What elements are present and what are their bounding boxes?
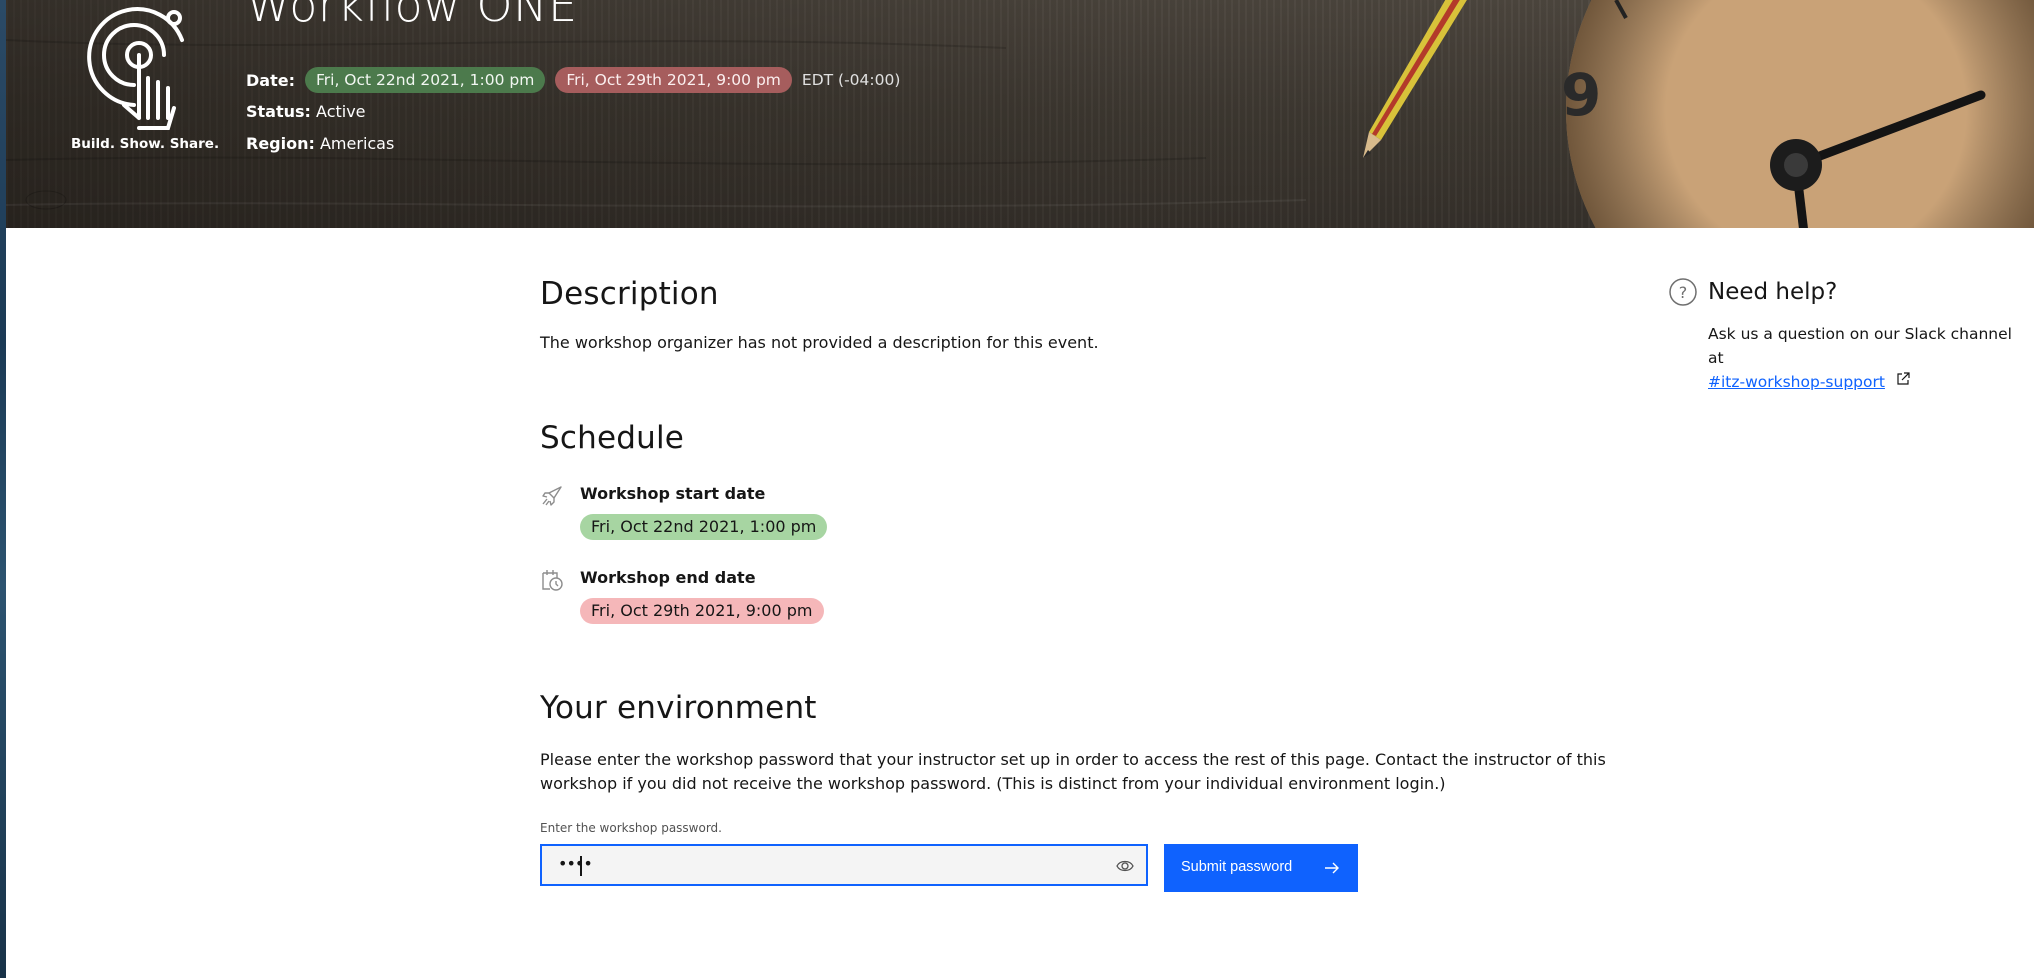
page-title: Workflow ONE [246,0,578,32]
schedule-heading: Schedule [540,420,685,456]
help-text: Ask us a question on our Slack channel a… [1708,325,2012,367]
date-label: Date: [246,70,295,90]
pencil-image [1363,0,1467,158]
help-text-block: Ask us a question on our Slack channel a… [1708,322,2028,394]
end-date-badge: Fri, Oct 29th 2021, 9:00 pm [555,67,792,93]
region-label: Region: [246,134,315,153]
status-row: Status: Active [246,102,366,121]
status-value: Active [316,102,366,121]
password-input[interactable]: •••• [540,844,1148,886]
submit-password-label: Submit password [1181,859,1293,875]
password-value: •••• [558,854,593,873]
submit-password-button[interactable]: Submit password [1164,844,1358,892]
clock-image: 9 [1561,0,2034,228]
start-date-label: Workshop start date [580,484,766,503]
status-label: Status: [246,102,311,121]
show-password-eye-icon[interactable] [1116,857,1134,875]
start-date-badge: Fri, Oct 22nd 2021, 1:00 pm [304,67,546,93]
slack-channel-link[interactable]: #itz-workshop-support [1708,373,1885,391]
password-label: Enter the workshop password. [540,821,722,835]
region-row: Region: Americas [246,134,394,153]
end-date-label: Workshop end date [580,568,756,587]
logo-tagline: Build. Show. Share. [71,136,220,152]
rocket-icon [542,486,562,506]
svg-text:?: ? [1679,283,1688,302]
environment-text: Please enter the workshop password that … [540,750,1606,793]
description-text: The workshop organizer has not provided … [540,333,1099,352]
end-date-pill: Fri, Oct 29th 2021, 9:00 pm [580,598,824,624]
calendar-clock-icon [542,570,563,591]
header-banner: 9 Build. Show. Share. Workflow ONE Date:… [6,0,2034,228]
external-link-icon [1897,372,1910,385]
description-heading: Description [540,276,719,312]
region-value: Americas [319,134,395,153]
arrow-right-icon [1325,862,1339,874]
text-caret [580,856,582,876]
start-date-pill: Fri, Oct 22nd 2021, 1:00 pm [580,514,828,540]
touch-icon [87,7,184,130]
environment-heading: Your environment [540,690,817,726]
help-question-icon: ? [1669,278,1697,306]
date-row: Date: Fri, Oct 22nd 2021, 1:00 pm Fri, O… [246,67,900,93]
timezone-label: EDT (-04:00) [801,71,901,89]
help-title: Need help? [1708,279,1838,305]
clock-numeral: 9 [1561,61,1601,129]
